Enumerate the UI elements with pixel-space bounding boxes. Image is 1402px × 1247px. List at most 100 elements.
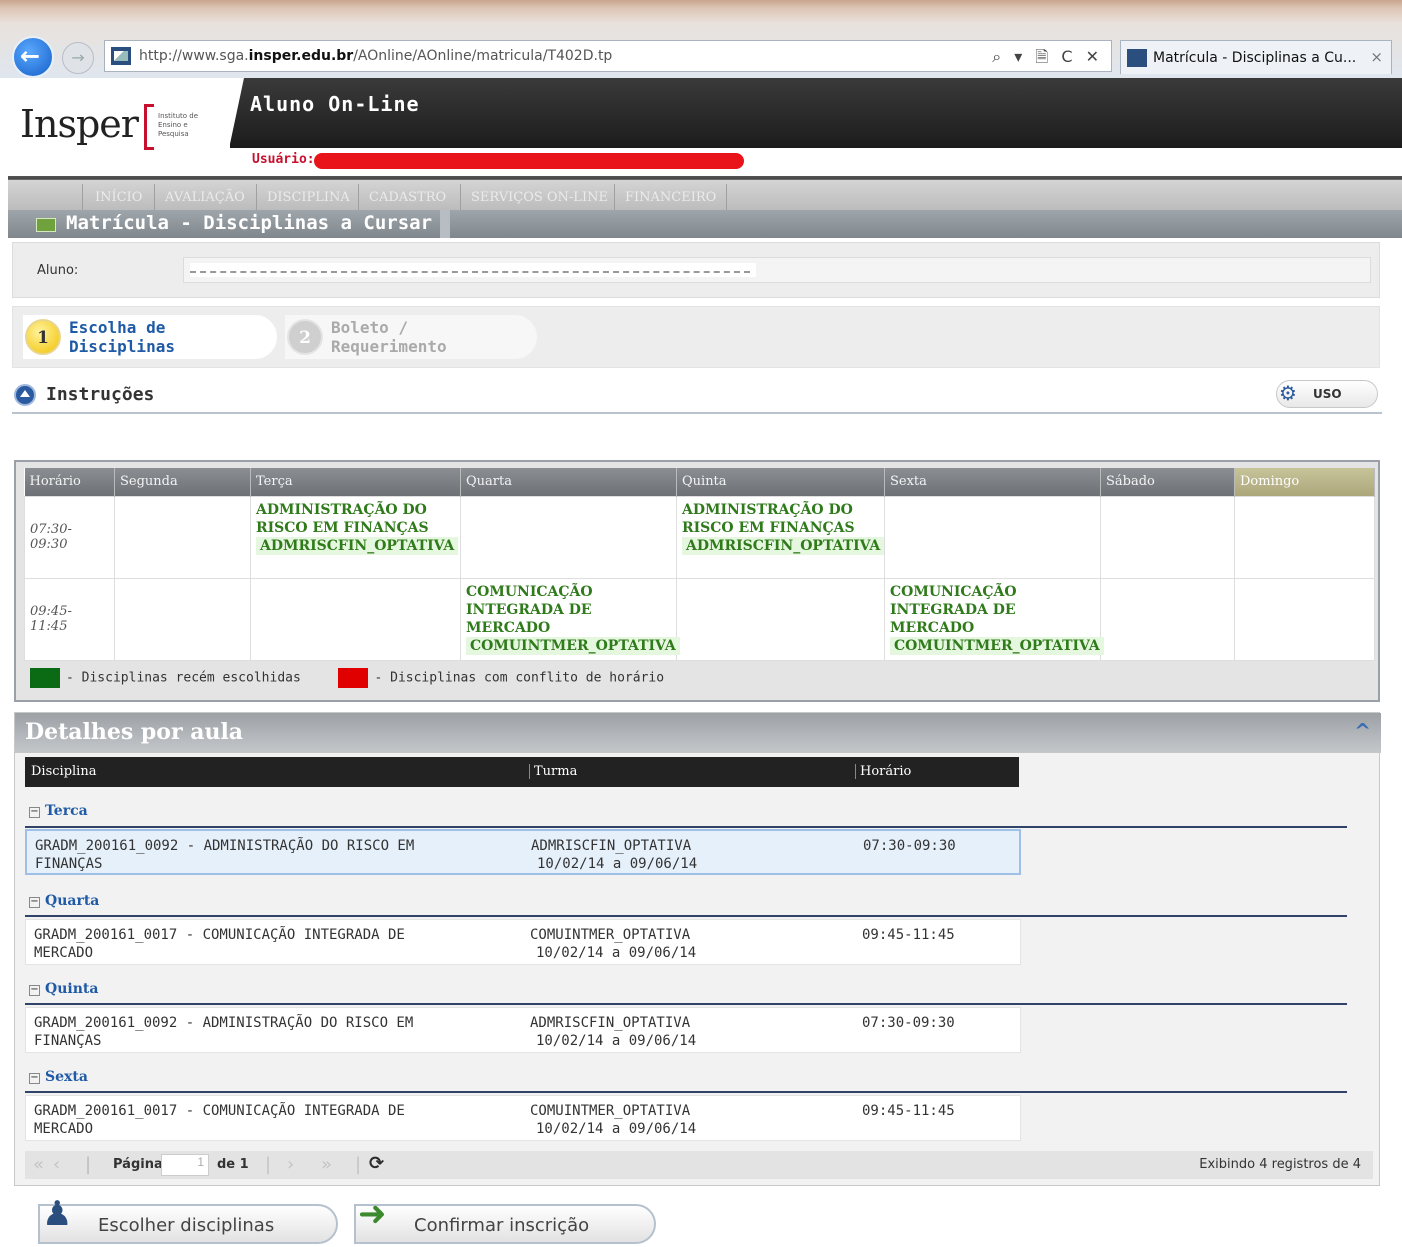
- table-row[interactable]: GRADM_200161_0092 - ADMINISTRAÇÃO DO RIS…: [25, 1007, 1021, 1053]
- refresh-icon[interactable]: ⟳: [369, 1153, 384, 1174]
- table-row[interactable]: GRADM_200161_0017 - COMUNICAÇÃO INTEGRAD…: [25, 1095, 1021, 1141]
- nav-avaliacao[interactable]: AVALIAÇÃO: [154, 184, 255, 210]
- col-disciplina[interactable]: Disciplina: [31, 764, 96, 779]
- col-domingo: Domingo: [1234, 468, 1375, 496]
- steps-panel: 1 Escolha de Disciplinas 2 Boleto / Requer…: [12, 306, 1380, 368]
- legend-swatch-new: [30, 668, 60, 688]
- first-page-icon[interactable]: «: [33, 1154, 44, 1175]
- class-cell[interactable]: COMUNICAÇÃO INTEGRADA DE MERCADO COMUINT…: [460, 577, 680, 661]
- cell-turma: ADMRISCFIN_OPTATIVA 10/02/14 a 09/06/14: [530, 1015, 697, 1049]
- back-button[interactable]: ←: [12, 36, 54, 78]
- aluno-field: [183, 257, 1371, 283]
- cell-horario: 07:30-09:30: [863, 838, 956, 854]
- group-divider: [25, 1091, 1347, 1093]
- details-title: Detalhes por aula: [25, 719, 244, 745]
- tab-title: Matrícula - Disciplinas a Cu...: [1153, 50, 1357, 66]
- site-header: Insper Instituto de Ensino e Pesquisa Al…: [8, 78, 1402, 176]
- chevron-right-icon[interactable]: ›: [287, 1154, 294, 1175]
- choose-courses-button[interactable]: ♟ Escolher disciplinas: [38, 1194, 338, 1244]
- group-divider: [25, 1003, 1347, 1005]
- table-row[interactable]: GRADM_200161_0092 - ADMINISTRAÇÃO DO RIS…: [25, 829, 1021, 875]
- class-cell[interactable]: ADMINISTRAÇÃO DO RISCO EM FINANÇAS ADMRI…: [676, 495, 885, 579]
- col-horario: Horário: [24, 468, 115, 496]
- group-quinta[interactable]: − Quinta: [29, 981, 98, 997]
- class-cell[interactable]: COMUNICAÇÃO INTEGRADA DE MERCADO COMUINT…: [884, 577, 1104, 661]
- step-label: Boleto / Requerimento: [331, 318, 447, 356]
- page-total: de 1: [217, 1157, 249, 1172]
- heading-tab-edge: [440, 210, 450, 238]
- user-label: Usuário:: [252, 152, 315, 167]
- group-divider: [25, 826, 1347, 828]
- table-row[interactable]: GRADM_200161_0017 - COMUNICAÇÃO INTEGRAD…: [25, 919, 1021, 965]
- address-url[interactable]: http://www.sga.insper.edu.br/AOnline/AOn…: [139, 48, 612, 64]
- chevron-left-icon[interactable]: ‹: [53, 1154, 60, 1175]
- uso-label: USO: [1313, 387, 1342, 401]
- step-label: Escolha de Disciplinas: [69, 318, 175, 356]
- page-title: Matrícula - Disciplinas a Cursar: [66, 212, 433, 234]
- legend-new-label: - Disciplinas recém escolhidas: [66, 670, 301, 686]
- schedule-row: 09:45- 11:45 COMUNICAÇÃO INTEGRADA DE MER…: [24, 577, 1375, 661]
- pager: « ‹ | Página 1 de 1 | › » | ⟳ Exibindo 4…: [25, 1151, 1373, 1179]
- nav-servicos[interactable]: SERVIÇOS ON-LINE: [460, 184, 618, 210]
- empty-cell: [460, 495, 677, 579]
- chevron-up-icon[interactable]: ^: [1354, 719, 1371, 743]
- tab-close-icon[interactable]: ×: [1370, 48, 1383, 66]
- divider: [12, 412, 1382, 414]
- empty-cell: [884, 495, 1101, 579]
- nav-financeiro[interactable]: FINANCEIRO: [614, 184, 728, 210]
- col-turma[interactable]: Turma: [529, 764, 577, 779]
- page-label: Página: [113, 1157, 163, 1172]
- nav-inicio[interactable]: INÍCIO: [82, 184, 152, 210]
- group-sexta[interactable]: − Sexta: [29, 1069, 88, 1085]
- legend-conflict-label: - Disciplinas com conflito de horário: [374, 670, 665, 686]
- empty-cell: [1100, 495, 1235, 579]
- app-title: Aluno On-Line: [250, 92, 420, 116]
- page-heading-bar: Matrícula - Disciplinas a Cursar: [8, 210, 1402, 238]
- confirm-enrollment-button[interactable]: ➜ Confirmar inscrição: [354, 1194, 656, 1244]
- browser-tab[interactable]: Matrícula - Disciplinas a Cu... ×: [1120, 40, 1392, 74]
- col-horario[interactable]: Horário: [855, 764, 911, 779]
- aluno-panel: Aluno:: [12, 242, 1380, 298]
- empty-cell: [114, 495, 251, 579]
- step-escolha[interactable]: 1 Escolha de Disciplinas: [23, 315, 277, 359]
- col-sexta: Sexta: [884, 468, 1101, 496]
- schedule-table: Horário Segunda Terça Quarta Quinta Sext…: [24, 468, 1375, 661]
- address-controls[interactable]: ⌕ ▾ 🗎 C ✕: [992, 46, 1103, 73]
- nav-disciplina[interactable]: DISCIPLINA: [256, 184, 360, 210]
- cell-horario: 09:45-11:45: [862, 1103, 955, 1119]
- address-bar[interactable]: http://www.sga.insper.edu.br/AOnline/AOn…: [104, 40, 1112, 72]
- group-terca[interactable]: − Terca: [29, 803, 88, 819]
- cell-horario: 07:30-09:30: [862, 1015, 955, 1031]
- legend-swatch-conflict: [338, 668, 369, 688]
- uso-button[interactable]: ⚙ USO: [1276, 380, 1378, 408]
- col-quinta: Quinta: [676, 468, 885, 496]
- page-input[interactable]: 1: [161, 1154, 209, 1176]
- empty-cell: [676, 577, 885, 661]
- group-quarta[interactable]: − Quarta: [29, 893, 99, 909]
- time-cell: 07:30- 09:30: [24, 495, 115, 579]
- empty-cell: [1234, 577, 1375, 661]
- class-cell[interactable]: ADMINISTRAÇÃO DO RISCO EM FINANÇAS ADMRI…: [250, 495, 461, 579]
- step-number: 1: [25, 319, 61, 355]
- col-sabado: Sábado: [1100, 468, 1235, 496]
- empty-cell: [1100, 577, 1235, 661]
- nav-cadastro[interactable]: CADASTRO: [358, 184, 456, 210]
- col-terca: Terça: [250, 468, 461, 496]
- forward-button[interactable]: →: [62, 42, 94, 74]
- instructions-expand-icon[interactable]: [14, 384, 36, 406]
- empty-cell: [114, 577, 251, 661]
- collapse-minus-icon: −: [29, 896, 40, 908]
- cell-turma: COMUINTMER_OPTATIVA 10/02/14 a 09/06/14: [530, 927, 697, 961]
- schedule-row: 07:30- 09:30 ADMINISTRAÇÃO DO RISCO EM FI…: [24, 495, 1375, 579]
- site-favicon-icon: [111, 47, 131, 65]
- collapse-minus-icon: −: [29, 984, 40, 996]
- cell-disciplina: GRADM_200161_0092 - ADMINISTRAÇÃO DO RIS…: [34, 1015, 414, 1049]
- instructions-title[interactable]: Instruções: [46, 384, 154, 405]
- logo-bracket-icon: [144, 104, 154, 150]
- collapse-minus-icon: −: [29, 1072, 40, 1084]
- logo-subtitle: Instituto de Ensino e Pesquisa: [158, 112, 199, 138]
- schedule-grid: Horário Segunda Terça Quarta Quinta Sext…: [14, 460, 1380, 702]
- step-boleto[interactable]: 2 Boleto / Requerimento: [285, 315, 537, 359]
- user-board-icon: ♟: [42, 1194, 73, 1234]
- last-page-icon[interactable]: »: [321, 1154, 332, 1175]
